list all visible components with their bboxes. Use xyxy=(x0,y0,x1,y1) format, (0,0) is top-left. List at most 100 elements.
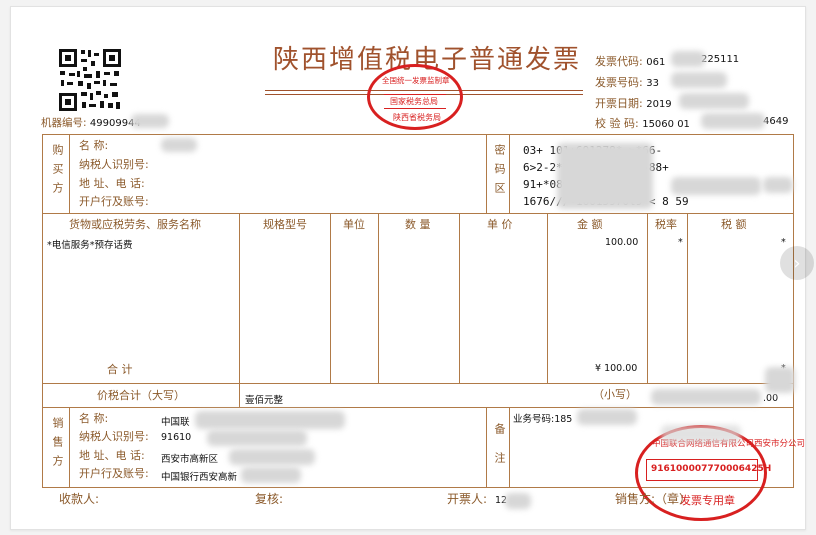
invoice-code-value: 061 xyxy=(646,57,666,68)
buyer-address-label: 地 址、电 话: xyxy=(79,177,145,190)
cipher-divider-left xyxy=(486,134,487,213)
payee-label: 收款人: xyxy=(59,492,100,506)
invoice-number-value: 33 xyxy=(646,78,659,89)
invoice-paper: 机器编号: 49909944 陕西增值税电子普通发票 全国统一发票监制章 国家税… xyxy=(10,6,806,530)
subtotal-amount: ¥ 100.00 xyxy=(595,363,638,374)
seal-arc-text: 全国统一发票监制章 xyxy=(382,76,450,85)
buyer-bank-label: 开户行及账号: xyxy=(79,195,149,208)
seller-taxid-value: 91610 xyxy=(161,432,192,443)
seller-address-label: 地 址、电 话: xyxy=(79,449,145,462)
invoice-date-label: 开票日期: xyxy=(595,97,643,110)
redaction xyxy=(679,93,749,109)
invoice-code-tail: 225111 xyxy=(701,54,740,65)
item-goods: *电信服务*预存话费 xyxy=(47,240,133,251)
redaction xyxy=(671,51,705,67)
remark-side-label: 备注 xyxy=(493,423,506,481)
header-amount: 金 额 xyxy=(577,218,603,231)
seller-name-value: 中国联 xyxy=(161,417,190,428)
machine-no-row: 机器编号: 49909944 xyxy=(41,115,141,130)
seal-line xyxy=(384,94,446,95)
redaction xyxy=(577,409,637,425)
seal-center-text: 国家税务总局 xyxy=(390,97,438,106)
header-goods: 货物或应税劳务、服务名称 xyxy=(69,218,201,231)
invoice-number-label: 发票号码: xyxy=(595,76,643,89)
reviewer-label: 复核: xyxy=(255,492,284,506)
total-label: 价税合计（大写） xyxy=(97,389,185,402)
remark-divider-right xyxy=(509,407,510,488)
check-code-label: 校 验 码: xyxy=(595,117,639,130)
item-tax: * xyxy=(781,237,786,248)
seal-bottom-text: 陕西省税务局 xyxy=(393,113,441,122)
redaction xyxy=(161,138,197,152)
header-tax: 税 额 xyxy=(721,218,747,231)
seller-side-label: 销售方 xyxy=(51,417,64,474)
seller-address-value: 西安市高新区 xyxy=(161,454,219,465)
header-price: 单 价 xyxy=(487,218,513,231)
seller-bank-value: 中国银行西安高新 xyxy=(161,472,238,483)
redaction xyxy=(505,493,531,509)
chevron-right-icon: › xyxy=(793,252,801,274)
invoice-number-row: 发票号码: 33 xyxy=(595,74,659,90)
tax-bureau-seal: 全国统一发票监制章 国家税务总局 陕西省税务局 xyxy=(367,64,463,130)
redaction xyxy=(671,177,761,195)
total-small-value: .00 xyxy=(763,393,779,404)
item-rate: * xyxy=(678,237,683,248)
cipher-side-label: 密码区 xyxy=(493,144,506,201)
col-divider-2 xyxy=(330,213,331,383)
redaction xyxy=(131,114,169,128)
header-spec: 规格型号 xyxy=(263,218,307,231)
page: 机器编号: 49909944 陕西增值税电子普通发票 全国统一发票监制章 国家税… xyxy=(0,0,816,535)
col-divider-1 xyxy=(239,213,240,383)
redaction xyxy=(661,425,741,443)
divider-total xyxy=(42,407,794,408)
total-uppercase: 壹佰元整 xyxy=(245,395,284,406)
redaction xyxy=(763,177,793,193)
divider-buyer xyxy=(42,213,794,214)
seller-seal-number-box: 916100007770006425H xyxy=(646,459,771,481)
redaction xyxy=(671,72,727,88)
redaction xyxy=(241,467,301,483)
total-small-label: （小写） xyxy=(593,388,637,401)
seller-stamp-label: 销售方:（章） xyxy=(615,492,692,506)
qr-code-icon xyxy=(57,47,123,113)
col-divider-6 xyxy=(647,213,648,383)
redaction xyxy=(195,411,345,429)
remark-business-no: 业务号码:185 xyxy=(513,414,573,425)
check-code-row: 校 验 码: 15060 01 xyxy=(595,115,690,131)
redaction xyxy=(557,143,653,209)
next-page-button[interactable]: › xyxy=(780,246,814,280)
redaction xyxy=(229,449,315,465)
invoice-code-label: 发票代码: xyxy=(595,55,643,68)
buyer-name-label: 名 称: xyxy=(79,139,109,152)
cipher-divider-right xyxy=(509,134,510,213)
divider-items xyxy=(42,383,794,384)
machine-no-label: 机器编号: xyxy=(41,117,87,129)
buyer-taxid-label: 纳税人识别号: xyxy=(79,158,149,171)
invoice-date-value: 2019 xyxy=(646,99,672,110)
col-divider-5 xyxy=(547,213,548,383)
buyer-side-divider xyxy=(69,134,70,213)
invoice-date-row: 开票日期: 2019 xyxy=(595,95,672,111)
drawer-label: 开票人: xyxy=(447,492,488,506)
subtotal-label: 合 计 xyxy=(107,363,133,376)
seller-seal-tax-no: 916100007770006425H xyxy=(651,464,772,474)
col-divider-3 xyxy=(378,213,379,383)
redaction xyxy=(765,367,795,393)
item-amount: 100.00 xyxy=(605,237,639,248)
seller-taxid-label: 纳税人识别号: xyxy=(79,430,149,443)
redaction xyxy=(207,430,307,446)
header-unit: 单位 xyxy=(343,218,365,231)
header-rate: 税率 xyxy=(655,218,677,231)
remark-divider-left xyxy=(486,407,487,488)
check-code-value: 15060 01 xyxy=(642,119,690,130)
total-divider xyxy=(239,383,240,407)
seller-side-divider xyxy=(69,407,70,488)
seal-line-2 xyxy=(384,108,446,109)
header-qty: 数 量 xyxy=(405,218,431,231)
buyer-side-label: 购买方 xyxy=(51,144,64,201)
check-code-tail: 4649 xyxy=(763,116,789,127)
invoice-code-row: 发票代码: 061 xyxy=(595,53,665,69)
redaction xyxy=(651,389,761,405)
col-divider-4 xyxy=(459,213,460,383)
seller-bank-label: 开户行及账号: xyxy=(79,467,149,480)
